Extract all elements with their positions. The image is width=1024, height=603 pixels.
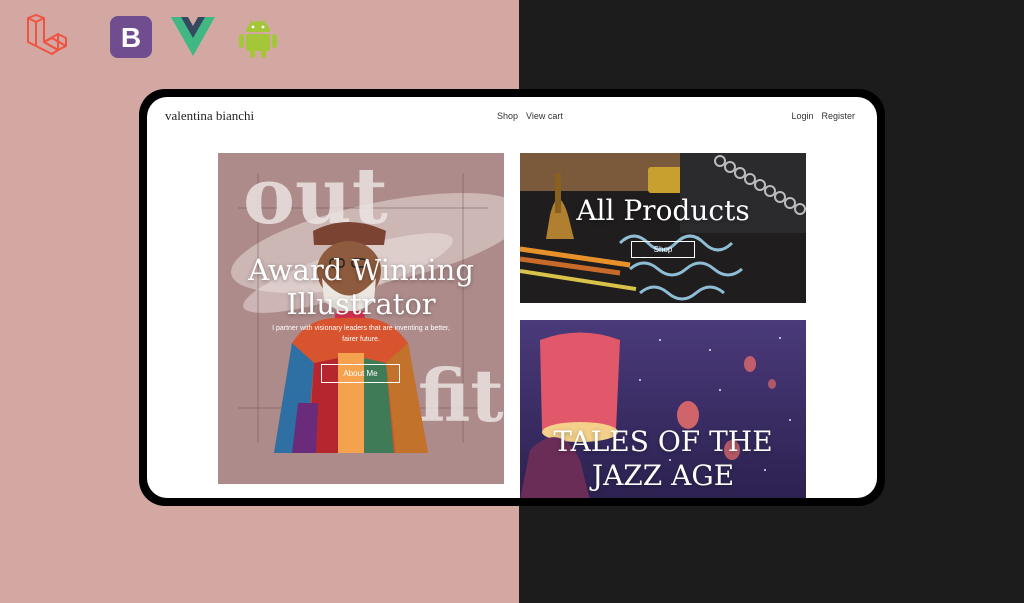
hero-subtitle-line1: I partner with visionary leaders that ar… — [272, 325, 450, 332]
all-products-title: All Products — [576, 194, 750, 227]
nav-shop-link[interactable]: Shop — [497, 111, 518, 121]
tablet-screen: valentina bianchi Shop View cart Login R… — [147, 97, 877, 498]
nav-center-links: Shop View cart — [497, 111, 563, 121]
hero-subtitle: I partner with visionary leaders that ar… — [218, 323, 504, 345]
about-me-button[interactable]: About Me — [321, 364, 400, 383]
shop-button[interactable]: Shop — [631, 241, 695, 258]
laravel-icon — [27, 14, 67, 55]
all-products-card[interactable]: All Products Shop — [520, 153, 806, 303]
navbar: valentina bianchi Shop View cart Login R… — [147, 97, 877, 137]
vue-icon — [171, 17, 215, 56]
jazz-age-title-line1: TALES OF THE — [553, 425, 773, 458]
tablet-frame: valentina bianchi Shop View cart Login R… — [139, 89, 885, 506]
nav-auth-links: Login Register — [791, 111, 855, 121]
desk-artwork — [520, 153, 806, 303]
hero-title: Award Winning Illustrator — [218, 253, 504, 321]
jazz-age-card[interactable]: TALES OF THE JAZZ AGE — [520, 320, 806, 498]
bootstrap-letter: B — [121, 22, 141, 53]
hero-title-line1: Award Winning — [248, 253, 474, 287]
jazz-age-title: TALES OF THE JAZZ AGE — [520, 425, 806, 493]
hero-card[interactable]: out fit Award Winning Illustrator I part… — [218, 153, 504, 484]
hero-title-line2: Illustrator — [286, 287, 436, 321]
nav-view-cart-link[interactable]: View cart — [526, 111, 563, 121]
jazz-age-title-line2: JAZZ AGE — [591, 459, 735, 492]
hero-subtitle-line2: fairer future. — [342, 336, 380, 343]
hero-bg-word-fit: fit — [418, 353, 504, 438]
nav-login-link[interactable]: Login — [791, 111, 813, 121]
brand-logo[interactable]: valentina bianchi — [165, 108, 254, 124]
android-icon — [239, 19, 277, 58]
bootstrap-icon: B — [110, 16, 152, 58]
nav-register-link[interactable]: Register — [821, 111, 855, 121]
